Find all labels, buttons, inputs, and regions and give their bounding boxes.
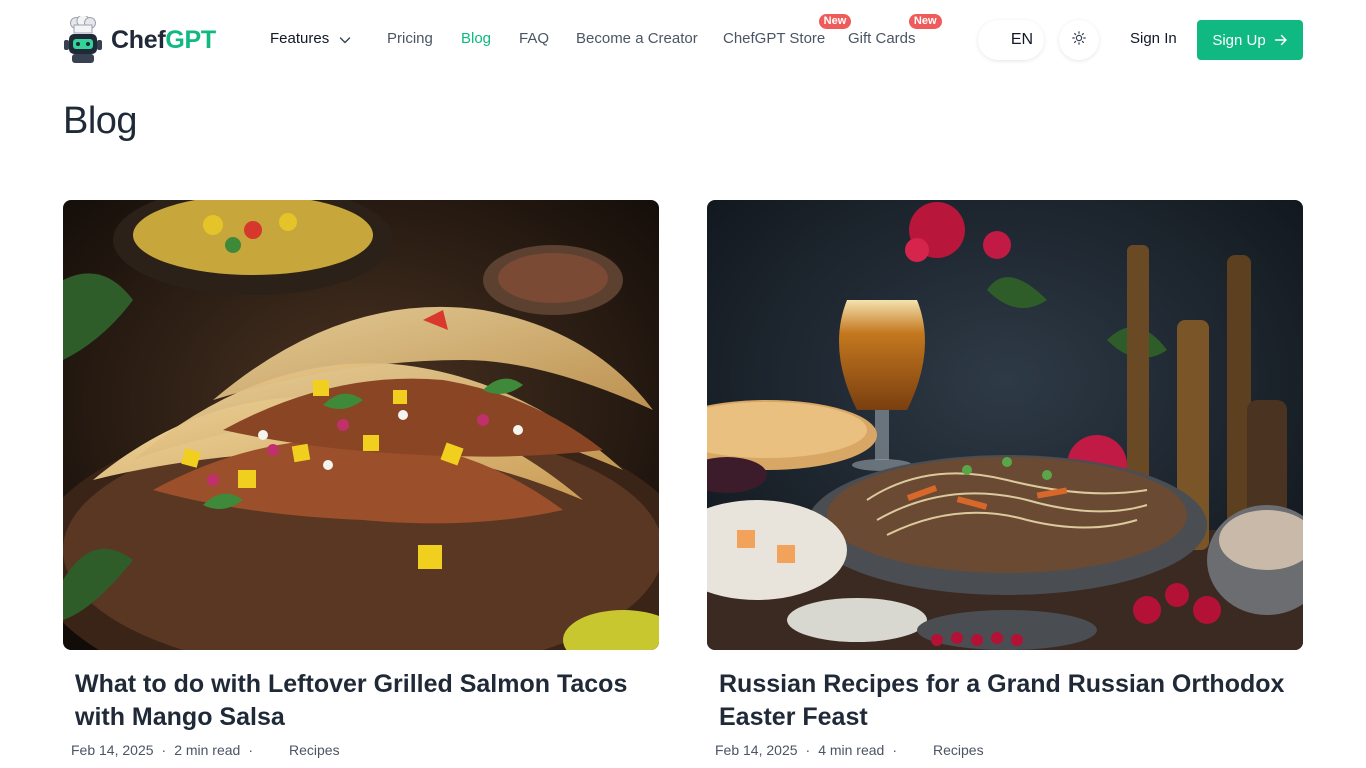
meta-separator: · (161, 742, 167, 758)
page-title: Blog (63, 100, 138, 142)
nav-chefgpt-store[interactable]: ChefGPT Store New (723, 14, 852, 47)
post-category[interactable]: Recipes (289, 742, 340, 758)
nav-features[interactable]: Features (270, 30, 351, 47)
post-category[interactable]: Recipes (933, 742, 984, 758)
post-meta: Feb 14, 2025 · 4 min read · Recipes (715, 742, 1303, 758)
post-read-time: 2 min read (174, 742, 241, 758)
easter-feast-photo[interactable] (707, 200, 1303, 650)
theme-toggle-button[interactable] (1059, 20, 1099, 60)
nav-become-creator[interactable]: Become a Creator (576, 30, 698, 47)
post-meta: Feb 14, 2025 · 2 min read · Recipes (71, 742, 659, 758)
arrow-right-icon (1274, 33, 1288, 47)
chevron-down-icon (339, 33, 351, 45)
chef-robot-icon (63, 14, 103, 64)
blog-post-card[interactable]: Russian Recipes for a Grand Russian Orth… (707, 200, 1303, 758)
nav-blog[interactable]: Blog (461, 30, 491, 47)
new-badge: New (908, 14, 942, 29)
sign-up-button[interactable]: Sign Up (1197, 20, 1303, 60)
nav-gift-cards[interactable]: Gift Cards New (848, 14, 942, 47)
new-badge: New (818, 14, 852, 29)
site-header: ChefGPT Features Pricing Blog FAQ Become… (0, 0, 1366, 80)
brand-name: ChefGPT (111, 26, 216, 55)
nav-store-label: ChefGPT Store (723, 30, 826, 47)
sign-up-label: Sign Up (1212, 31, 1266, 49)
meta-separator: · (892, 742, 898, 758)
language-label: EN (1010, 31, 1034, 48)
blog-post-card[interactable]: What to do with Leftover Grilled Salmon … (63, 200, 659, 758)
nav-gift-label: Gift Cards (848, 30, 916, 47)
post-read-time: 4 min read (818, 742, 885, 758)
post-date: Feb 14, 2025 (71, 742, 154, 758)
brand-name-part1: Chef (111, 25, 166, 54)
brand-name-part2: GPT (165, 25, 216, 54)
post-title[interactable]: What to do with Leftover Grilled Salmon … (75, 668, 647, 734)
sign-in-link[interactable]: Sign In (1130, 30, 1177, 47)
salmon-tacos-photo[interactable] (63, 200, 659, 650)
nav-pricing[interactable]: Pricing (387, 30, 433, 47)
language-selector[interactable]: EN (978, 20, 1044, 60)
post-title[interactable]: Russian Recipes for a Grand Russian Orth… (719, 668, 1291, 734)
nav-faq[interactable]: FAQ (519, 30, 549, 47)
meta-separator: · (248, 742, 254, 758)
post-date: Feb 14, 2025 (715, 742, 798, 758)
brand-logo[interactable]: ChefGPT (63, 14, 216, 64)
sun-icon (1072, 30, 1086, 50)
meta-separator: · (805, 742, 811, 758)
nav-features-label: Features (270, 30, 330, 47)
